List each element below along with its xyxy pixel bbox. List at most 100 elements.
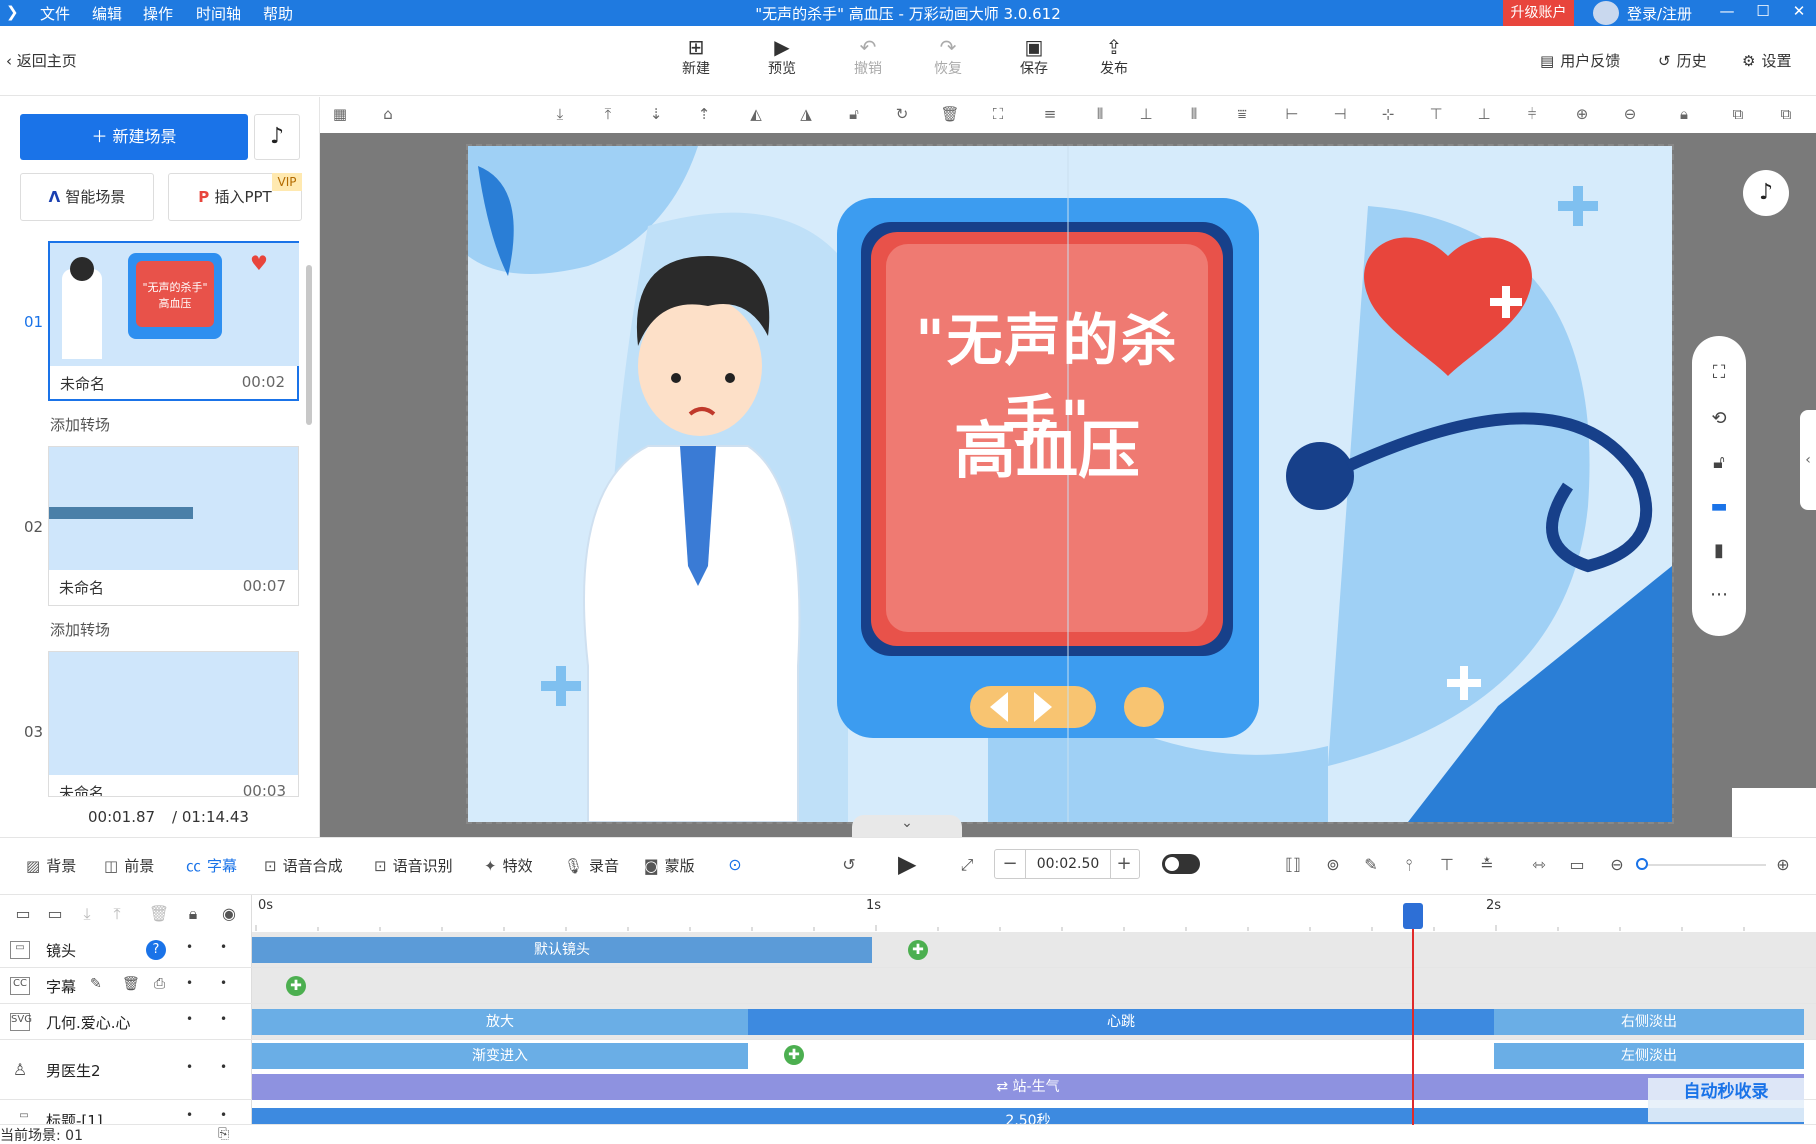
more-icon[interactable]: ⋯ — [1706, 584, 1732, 605]
align-center-icon[interactable]: ≡ — [1040, 104, 1060, 124]
timeline-zoom-slider[interactable] — [1640, 864, 1766, 866]
add-folder-icon[interactable]: ▭ — [12, 904, 34, 923]
align-vcenter-icon[interactable]: ⫩ — [1522, 104, 1542, 124]
move-top-icon[interactable]: ⤒ — [598, 104, 618, 124]
align-middle-icon[interactable]: ⦀ — [1090, 104, 1110, 124]
track-subtitle[interactable]: CC 字幕 ✎ 🗑︎ ⎙ • • — [0, 968, 252, 1004]
edit-subtitle-icon[interactable]: ✎ — [90, 976, 102, 992]
align-left-icon[interactable]: ⊢ — [1282, 104, 1302, 124]
move-down-track-icon[interactable]: ⤓ — [76, 904, 98, 924]
align-bottom-icon[interactable]: ⊥ — [1136, 104, 1156, 124]
move-bottom-icon[interactable]: ⤓ — [550, 104, 570, 124]
adjust-icon[interactable]: ≛ — [1476, 855, 1498, 874]
background-button[interactable]: ▨ 背景 — [26, 855, 76, 876]
scene-thumbnail-01[interactable]: "无声的杀手" 高血压 ♥ 未命名 00:02 — [48, 241, 299, 401]
distribute-h-icon[interactable]: ⫴ — [1184, 104, 1204, 124]
preview-button[interactable]: ▶ 预览 — [754, 36, 810, 78]
group-icon[interactable]: ⛶ — [988, 104, 1008, 124]
eye-icon[interactable]: ◉ — [218, 904, 240, 923]
mini-preview-icon[interactable] — [1732, 788, 1816, 837]
delete-icon[interactable]: 🗑︎ — [940, 104, 960, 124]
login-register-link[interactable]: 登录/注册 — [1627, 3, 1692, 24]
new-scene-button[interactable]: ＋ 新建场景 — [20, 114, 248, 160]
mask-button[interactable]: ◙ 蒙版 — [644, 855, 695, 876]
track-camera[interactable]: ▭ 镜头 ? • • — [0, 932, 252, 968]
move-up-icon[interactable]: ⇡ — [694, 104, 714, 124]
add-group-icon[interactable]: ▭ — [44, 904, 66, 923]
tts-button[interactable]: ⊡ 语音合成 — [264, 855, 343, 876]
zoom-out-timeline-icon[interactable]: ⊖ — [1606, 855, 1628, 874]
publish-button[interactable]: ⇪ 发布 — [1086, 36, 1142, 78]
time-stepper[interactable]: − 00:02.50 + — [994, 849, 1140, 879]
align-right-icon[interactable]: ⊣ — [1330, 104, 1350, 124]
new-button[interactable]: ⊞ 新建 — [668, 36, 724, 78]
split-icon[interactable]: ⫯ — [1398, 855, 1420, 875]
smart-scene-button[interactable]: Λ 智能场景 — [20, 173, 154, 221]
settings-link[interactable]: ⚙ 设置 — [1742, 50, 1791, 71]
distribute-v-icon[interactable]: ⩸ — [1232, 104, 1252, 124]
fade-out-right-bar[interactable]: 右侧淡出 — [1494, 1009, 1804, 1035]
redo-button[interactable]: ↷ 恢复 — [920, 36, 976, 78]
subtitle-button[interactable]: ㏄字幕 — [186, 855, 237, 876]
lock-dot[interactable]: • — [220, 1108, 227, 1122]
music-note-icon[interactable]: ♪ — [1743, 170, 1789, 216]
copy-scene-icon[interactable]: ⎘ — [218, 1126, 229, 1142]
move-up-track-icon[interactable]: ⤒ — [106, 904, 128, 924]
zoom-in-timeline-icon[interactable]: ⊕ — [1772, 855, 1794, 874]
delete-subtitle-icon[interactable]: 🗑︎ — [122, 976, 140, 992]
foreground-button[interactable]: ◫ 前景 — [104, 855, 154, 876]
avatar[interactable] — [1593, 1, 1619, 25]
fullscreen-icon[interactable]: ⛶ — [1706, 362, 1732, 383]
upgrade-account-button[interactable]: 升级账户 — [1503, 0, 1574, 26]
add-transition-link[interactable]: 添加转场 — [50, 414, 110, 435]
music-icon[interactable]: ♪ — [254, 114, 300, 160]
more-options-icon[interactable]: ⊙ — [724, 855, 746, 874]
toggle-switch[interactable] — [1162, 854, 1200, 874]
rotate-device-icon[interactable]: ⟲ — [1706, 408, 1732, 429]
save-button[interactable]: ▣ 保存 — [1006, 36, 1062, 78]
fade-out-left-bar[interactable]: 左侧淡出 — [1494, 1043, 1804, 1069]
plus-icon[interactable]: + — [1109, 850, 1139, 878]
history-link[interactable]: ↺ 历史 — [1658, 50, 1707, 71]
effects-button[interactable]: ✦ 特效 — [484, 855, 533, 876]
undo-button[interactable]: ↶ 撤销 — [840, 36, 896, 78]
format-painter-icon[interactable]: ▦ — [330, 104, 350, 124]
visibility-dot[interactable]: • — [186, 976, 193, 990]
playhead-handle[interactable] — [1403, 903, 1423, 929]
scene-thumbnail-03[interactable]: 未命名 00:03 — [48, 651, 299, 797]
visibility-dot[interactable]: • — [186, 1108, 193, 1122]
scene-list-scrollbar[interactable] — [306, 265, 312, 425]
align-top-icon[interactable]: ⊤ — [1426, 104, 1446, 124]
visibility-dot[interactable]: • — [186, 940, 193, 954]
paste-icon[interactable]: ⧉ — [1776, 104, 1796, 124]
zoom-out-icon[interactable]: ⊖ — [1620, 104, 1640, 124]
add-keyframe-icon[interactable]: ✚ — [784, 1045, 804, 1065]
stage-canvas[interactable]: "无声的杀手" 高血压 — [466, 144, 1674, 824]
close-icon[interactable]: ✕ — [1788, 2, 1810, 20]
help-icon[interactable]: ? — [146, 940, 166, 960]
feedback-link[interactable]: ▤ 用户反馈 — [1540, 50, 1620, 71]
filter-icon[interactable]: ⊤ — [1436, 855, 1458, 874]
move-down-icon[interactable]: ⇣ — [646, 104, 666, 124]
lock-dot[interactable]: • — [220, 940, 227, 954]
speech-recognition-button[interactable]: ⊡ 语音识别 — [374, 855, 453, 876]
expand-icon[interactable]: ⤢ — [956, 855, 978, 875]
track-doctor[interactable]: ♙ 男医生2 • • — [0, 1040, 252, 1100]
ratio-icon[interactable]: ▭ — [1566, 855, 1588, 874]
back-home-link[interactable]: ‹ 返回主页 — [6, 50, 77, 71]
stage-subtitle[interactable]: 高血压 — [886, 400, 1208, 490]
minimize-icon[interactable]: — — [1716, 2, 1738, 20]
record-button[interactable]: 🎙︎ 录音 — [564, 855, 619, 876]
pose-angry-bar[interactable]: ⇄ 站-生气 — [252, 1074, 1804, 1100]
lock-canvas-icon[interactable]: 🔒︎ — [1674, 104, 1694, 124]
minus-icon[interactable]: − — [995, 850, 1025, 878]
reset-icon[interactable]: ↺ — [838, 855, 860, 874]
zoom-in-icon[interactable]: ⊕ — [1572, 104, 1592, 124]
fit-width-icon[interactable]: ⇿ — [1528, 855, 1550, 874]
lock-dot[interactable]: • — [220, 1060, 227, 1074]
add-transition-link[interactable]: 添加转场 — [50, 619, 110, 640]
lock-dot[interactable]: • — [220, 1012, 227, 1026]
align-base-icon[interactable]: ⊥ — [1474, 104, 1494, 124]
portrait-icon[interactable]: ▮ — [1706, 540, 1732, 561]
add-keyframe-icon[interactable]: ✚ — [908, 940, 928, 960]
